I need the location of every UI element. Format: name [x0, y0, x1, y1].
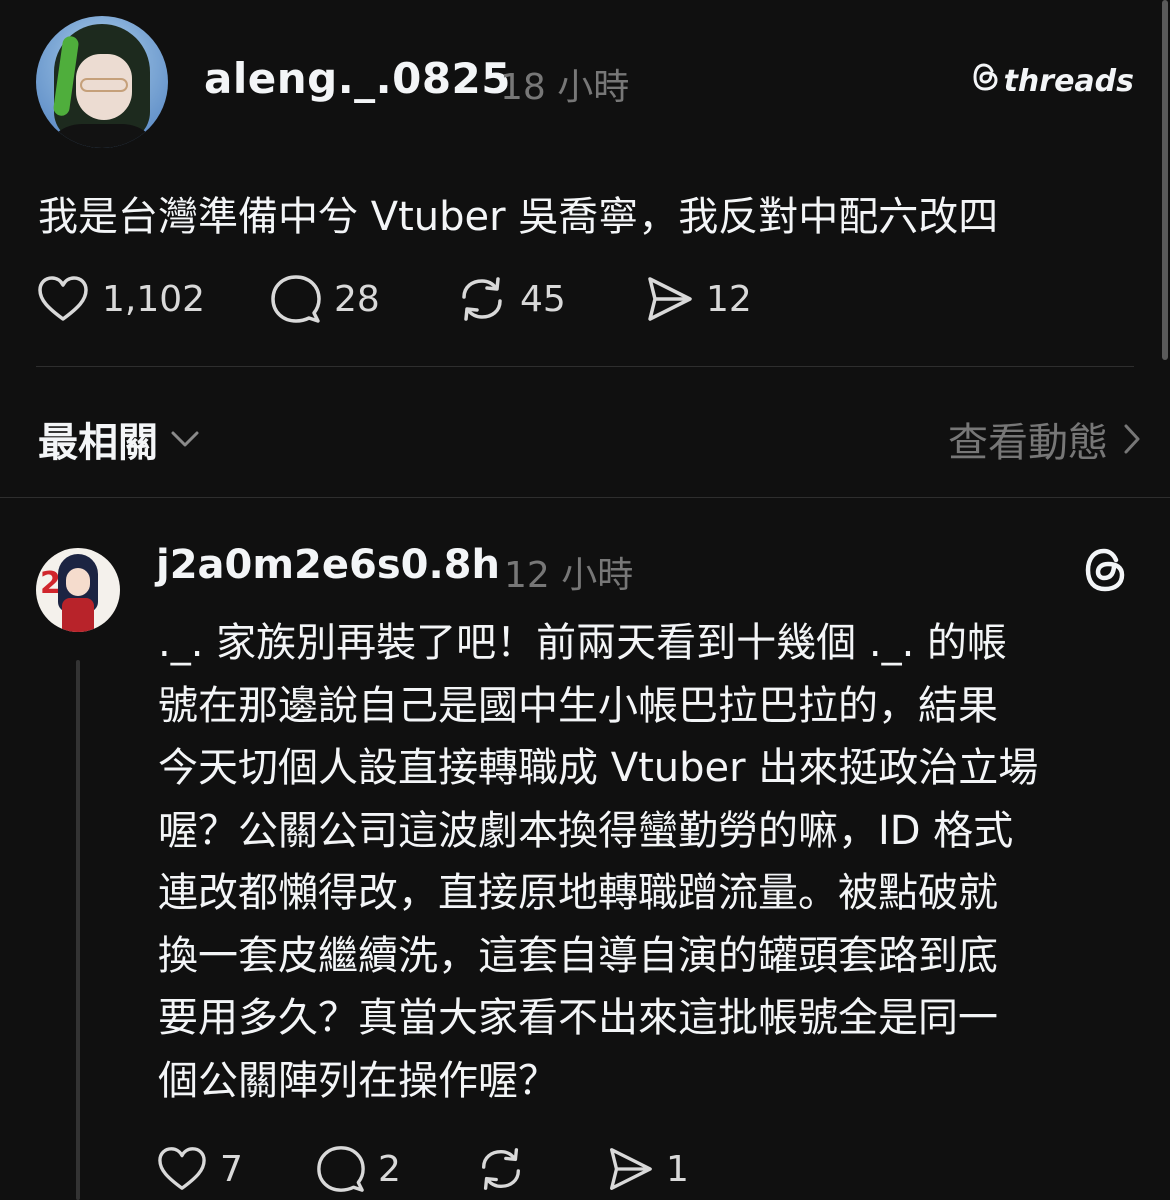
comment-icon — [317, 1146, 365, 1192]
repost-icon — [462, 277, 502, 321]
repost-count: 45 — [520, 278, 566, 320]
reply-text-line: 喔？公關公司這波劇本換得蠻勤勞的嘛，ID 格式 — [158, 807, 1014, 854]
reply-repost-button[interactable] — [476, 1142, 604, 1196]
reply-count: 28 — [334, 278, 380, 320]
threads-post-screen: aleng._.0825 18 小時 threads 我是台灣準備中兮 Vtub… — [0, 0, 1170, 1200]
reply-actions: 7 2 1 — [156, 1142, 724, 1196]
divider — [36, 366, 1134, 367]
reply-username[interactable]: j2a0m2e6s0.8h — [156, 542, 500, 588]
repost-button[interactable]: 45 — [456, 272, 642, 326]
avatar[interactable] — [36, 16, 168, 148]
reply-text-line: ._. 家族別再裝了吧！前兩天看到十幾個 ._. 的帳 — [158, 620, 1008, 666]
view-activity-link[interactable]: 查看動態 — [948, 410, 1142, 468]
post-username[interactable]: aleng._.0825 — [204, 54, 511, 103]
threads-brand-text: threads — [1003, 63, 1134, 99]
share-button[interactable]: 12 — [642, 272, 792, 326]
divider — [0, 497, 1170, 498]
thread-connector-line — [76, 660, 80, 1200]
reply-share-button[interactable]: 1 — [604, 1142, 724, 1196]
reply-comment-count: 2 — [378, 1148, 401, 1190]
reply-like-button[interactable]: 7 — [156, 1142, 316, 1196]
like-count: 1,102 — [102, 278, 206, 320]
reply-text-line: 要用多久？真當大家看不出來這批帳號全是同一 — [158, 995, 998, 1041]
chevron-down-icon — [171, 431, 199, 447]
post-actions: 1,102 28 45 12 — [36, 272, 792, 326]
send-icon — [610, 1148, 652, 1190]
reply-comment-button[interactable]: 2 — [316, 1142, 476, 1196]
reply-text-line: 換一套皮繼續洗，這套自導自演的罐頭套路到底 — [158, 932, 998, 979]
heart-icon — [38, 276, 88, 321]
threads-icon — [972, 62, 1000, 100]
post-timestamp: 18 小時 — [500, 67, 630, 108]
reply-text: ._. 家族別再裝了吧！前兩天看到十幾個 ._. 的帳 號在那邊說自己是國中生小… — [158, 612, 1138, 1112]
reply-text-line: 號在那邊說自己是國中生小帳巴拉巴拉的，結果 — [158, 682, 998, 729]
post-text: 我是台灣準備中兮 Vtuber 吳喬寧，我反對中配六改四 — [38, 194, 999, 240]
view-activity-label: 查看動態 — [948, 420, 1108, 466]
scrollbar[interactable] — [1162, 0, 1168, 360]
like-button[interactable]: 1,102 — [36, 272, 270, 326]
share-count: 12 — [706, 278, 752, 320]
sort-dropdown[interactable]: 最相關 — [38, 410, 200, 468]
reply-text-line: 連改都懶得改，直接原地轉職蹭流量。被點破就 — [158, 870, 998, 916]
sort-label: 最相關 — [38, 420, 158, 466]
reply-like-count: 7 — [220, 1148, 243, 1190]
threads-icon[interactable] — [1082, 546, 1130, 594]
comment-icon — [271, 275, 321, 323]
reply-timestamp: 12 小時 — [504, 555, 634, 596]
reply-text-line: 個公關陣列在操作喔？ — [158, 1057, 558, 1104]
repost-icon — [482, 1148, 520, 1190]
chevron-right-icon — [1124, 424, 1140, 454]
reply-avatar[interactable]: 2 — [36, 548, 120, 632]
threads-brand-logo: threads — [972, 62, 1134, 100]
reply-share-count: 1 — [666, 1148, 689, 1190]
reply-button[interactable]: 28 — [270, 272, 456, 326]
heart-icon — [158, 1147, 206, 1190]
reply-text-line: 今天切個人設直接轉職成 Vtuber 出來挺政治立場 — [158, 745, 1039, 791]
send-icon — [648, 277, 692, 321]
